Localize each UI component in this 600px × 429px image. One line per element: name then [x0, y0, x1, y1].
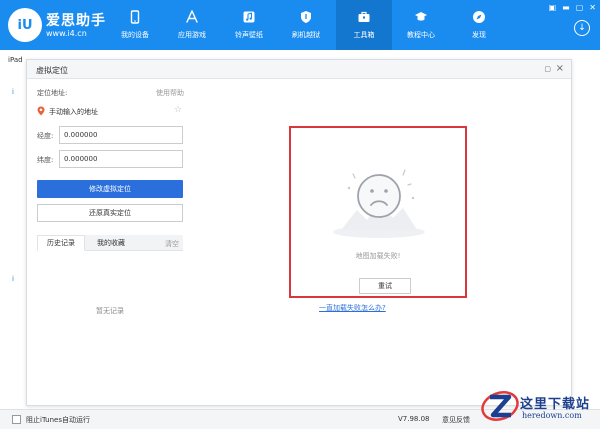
close-icon[interactable]: ×: [556, 63, 564, 74]
tab-history[interactable]: 历史记录: [37, 235, 85, 251]
block-itunes-checkbox[interactable]: [12, 415, 21, 424]
longitude-row: 经度:: [37, 126, 184, 144]
device-tab[interactable]: iPad: [8, 56, 23, 64]
dialog-title: 虚拟定位: [36, 66, 68, 75]
nav-item-ringtones-wallpapers[interactable]: 铃声壁纸: [221, 0, 277, 50]
empty-history-text: 暂无记录: [96, 307, 124, 315]
close-icon[interactable]: ✕: [589, 3, 596, 12]
phone-icon: [128, 10, 142, 24]
address-row: 定位地址: 使用帮助: [37, 88, 184, 100]
nav-item-discover[interactable]: 发现: [451, 0, 507, 50]
info-icon: i: [12, 88, 14, 96]
restore-location-button[interactable]: 还原真实定位: [37, 204, 183, 222]
info-icon: i: [12, 275, 14, 283]
map-area: 地图加载失败! 重试: [289, 126, 467, 298]
window-controls: ▣ ▬ ▢ ✕: [549, 3, 596, 12]
address-label: 定位地址:: [37, 89, 68, 97]
top-bar: iU 爱思助手 www.i4.cn 我的设备 应用游戏 铃声壁纸 刷机越狱 工具…: [0, 0, 600, 50]
music-icon: [242, 10, 256, 24]
minimize-icon[interactable]: ▬: [562, 3, 570, 12]
download-icon[interactable]: ↓: [574, 20, 590, 36]
nav-item-apps-games[interactable]: 应用游戏: [164, 0, 220, 50]
watermark: 这里下载站 heredown.com: [480, 385, 600, 429]
nav-label: 工具箱: [353, 31, 375, 39]
shield-icon: [299, 10, 313, 24]
map-fail-icon: [333, 169, 425, 238]
watermark-en: heredown.com: [522, 411, 582, 420]
location-pin-icon: [37, 106, 45, 118]
clear-history-button[interactable]: 清空: [165, 239, 179, 249]
version-label: V7.98.08: [398, 415, 430, 423]
maximize-icon[interactable]: ▢: [544, 65, 551, 73]
nav-label: 应用游戏: [178, 31, 206, 39]
map-help-link[interactable]: 一直加载失败怎么办?: [319, 303, 386, 313]
app-logo: iU: [8, 8, 42, 42]
brand-name: 爱思助手: [46, 13, 106, 29]
latitude-row: 纬度:: [37, 150, 184, 168]
latitude-label: 纬度:: [37, 156, 54, 164]
nav-item-my-device[interactable]: 我的设备: [107, 0, 163, 50]
feedback-link[interactable]: 意见反馈: [442, 415, 470, 425]
nav-item-toolbox[interactable]: 工具箱: [336, 0, 392, 50]
app-store-icon: [185, 10, 199, 24]
brand-url: www.i4.cn: [46, 29, 87, 38]
history-tabs: 历史记录 我的收藏 清空: [37, 235, 183, 251]
toolbox-icon: [357, 10, 371, 24]
longitude-label: 经度:: [37, 132, 54, 140]
address-placeholder: 手动输入的地址: [49, 108, 98, 116]
nav-label: 发现: [472, 31, 486, 39]
favorite-star-icon[interactable]: ☆: [174, 105, 182, 115]
nav-item-tutorials[interactable]: 教程中心: [393, 0, 449, 50]
longitude-input[interactable]: [59, 126, 183, 144]
nav-label: 刷机越狱: [292, 31, 320, 39]
virtual-location-dialog: 虚拟定位 ▢ × 定位地址: 使用帮助 手动输入的地址 ☆ 经度: 纬度: 修改…: [26, 59, 572, 406]
help-link[interactable]: 使用帮助: [156, 88, 184, 98]
latitude-input[interactable]: [59, 150, 183, 168]
graduation-cap-icon: [414, 10, 428, 24]
nav-label: 教程中心: [407, 31, 435, 39]
block-itunes-label: 阻止iTunes自动运行: [26, 416, 90, 424]
map-fail-text: 地图加载失败!: [355, 252, 401, 260]
watermark-cn: 这里下载站: [520, 397, 591, 412]
nav-item-flash-jailbreak[interactable]: 刷机越狱: [278, 0, 334, 50]
maximize-icon[interactable]: ▢: [576, 3, 584, 12]
compass-icon: [472, 10, 486, 24]
retry-button[interactable]: 重试: [359, 278, 411, 294]
nav-label: 我的设备: [121, 31, 149, 39]
address-input[interactable]: 手动输入的地址 ☆: [37, 105, 184, 118]
tab-favorites[interactable]: 我的收藏: [87, 235, 135, 251]
watermark-logo-icon: [481, 391, 519, 421]
modify-location-button[interactable]: 修改虚拟定位: [37, 180, 183, 198]
skin-icon[interactable]: ▣: [549, 3, 557, 12]
dialog-header: 虚拟定位 ▢ ×: [27, 60, 571, 79]
nav-label: 铃声壁纸: [235, 31, 263, 39]
